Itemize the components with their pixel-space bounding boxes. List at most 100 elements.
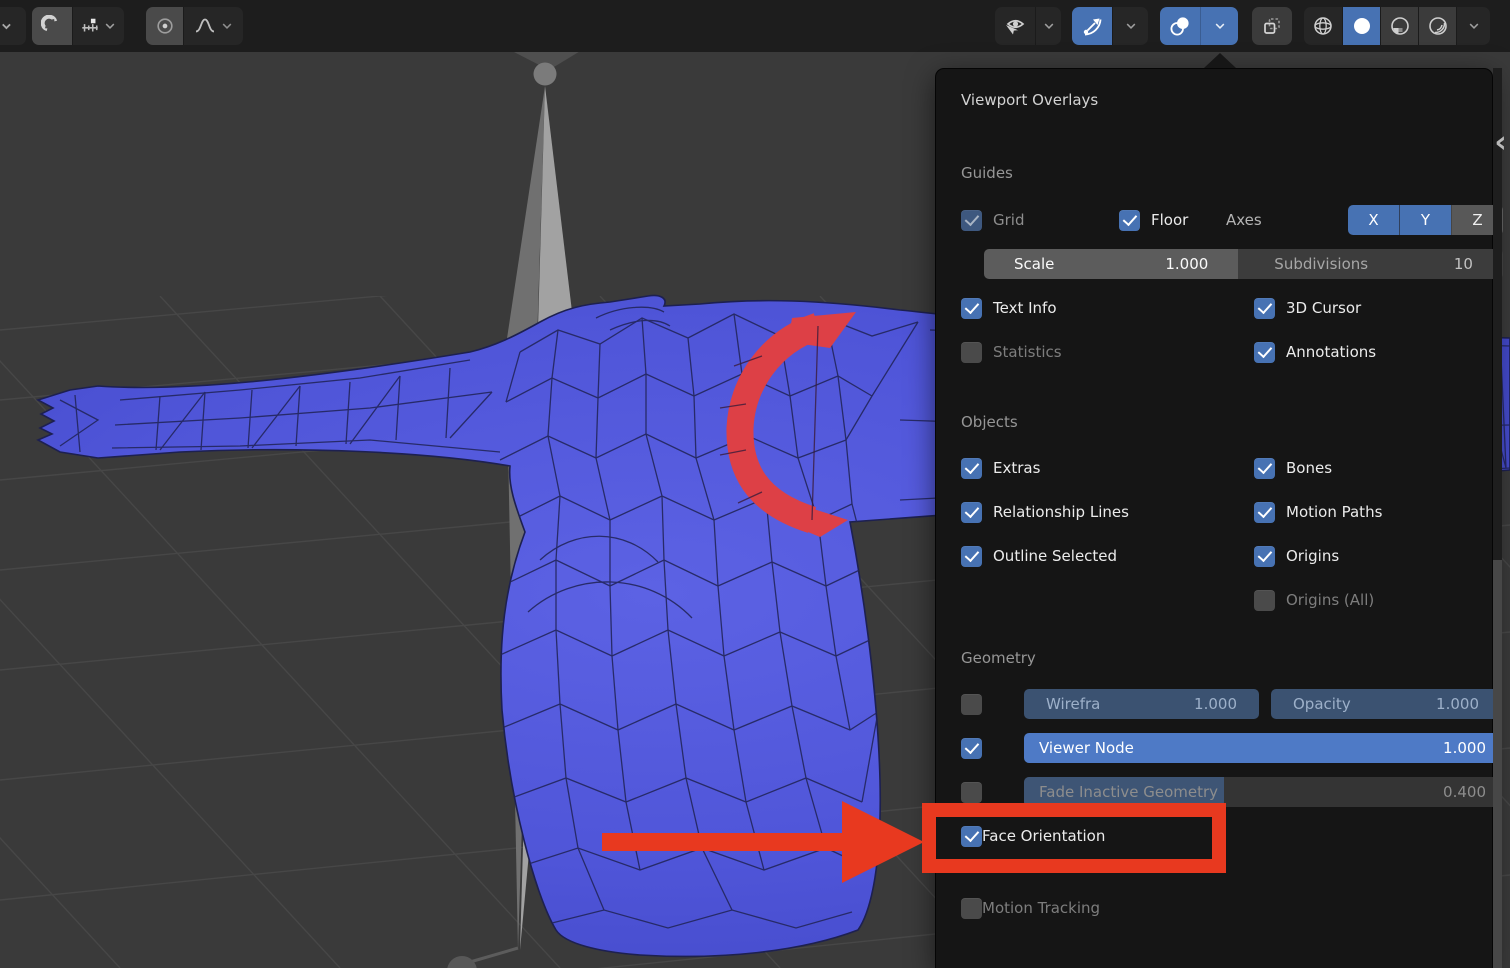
checkbox-3d-cursor[interactable]: 3D Cursor xyxy=(1254,298,1361,319)
shading-modes-group xyxy=(1304,7,1490,45)
relationship-lines-label: Relationship Lines xyxy=(993,503,1129,521)
opacity-slider-label: Opacity xyxy=(1293,695,1351,713)
section-guides: Guides xyxy=(961,164,1467,184)
gizmos-group xyxy=(1072,7,1148,45)
snap-increment-icon xyxy=(80,16,100,36)
snap-target-dropdown[interactable] xyxy=(72,7,124,45)
motion-paths-label: Motion Paths xyxy=(1286,503,1382,521)
show-object-types-group xyxy=(995,7,1061,45)
fade-inactive-slider-label: Fade Inactive Geometry xyxy=(1039,783,1218,801)
statistics-checkbox[interactable] xyxy=(961,342,982,363)
bone-tail-sphere xyxy=(447,956,477,968)
wireframe-slider[interactable]: Wirefra 1.000 xyxy=(1024,689,1259,719)
motion-paths-checkbox[interactable] xyxy=(1254,502,1275,523)
overlays-group xyxy=(1160,7,1238,45)
checkbox-bones[interactable]: Bones xyxy=(1254,458,1332,479)
subdivisions-slider[interactable]: Subdivisions 10 xyxy=(1238,249,1503,279)
axes-label: Axes xyxy=(1226,211,1262,229)
checkbox-grid[interactable]: Grid xyxy=(961,210,1024,231)
viewport-header xyxy=(0,0,1510,52)
bones-checkbox[interactable] xyxy=(1254,458,1275,479)
axis-x-button[interactable]: X xyxy=(1348,205,1399,235)
gizmos-dropdown[interactable] xyxy=(1112,7,1148,45)
checkbox-motion-paths[interactable]: Motion Paths xyxy=(1254,502,1382,523)
shading-solid-button[interactable] xyxy=(1342,7,1380,45)
checkbox-statistics[interactable]: Statistics xyxy=(961,342,1062,363)
shading-material-button[interactable] xyxy=(1380,7,1418,45)
shading-dropdown[interactable] xyxy=(1456,7,1490,45)
relationship-lines-checkbox[interactable] xyxy=(961,502,982,523)
popover-pointer xyxy=(1204,53,1236,68)
magnet-icon xyxy=(41,15,63,37)
floor-label: Floor xyxy=(1151,211,1188,229)
material-sphere-icon xyxy=(1389,15,1411,37)
eye-cursor-icon xyxy=(1003,14,1027,38)
chevron-down-icon xyxy=(1213,19,1227,33)
viewer-node-slider[interactable]: Viewer Node 1.000 xyxy=(1024,733,1501,763)
checkbox-origins[interactable]: Origins xyxy=(1254,546,1339,567)
viewer-node-slider-value: 1.000 xyxy=(1443,739,1486,757)
gizmos-toggle-button[interactable] xyxy=(1072,7,1112,45)
xray-group xyxy=(1252,7,1292,45)
annotations-checkbox[interactable] xyxy=(1254,342,1275,363)
origins-checkbox[interactable] xyxy=(1254,546,1275,567)
falloff-dropdown[interactable] xyxy=(183,7,243,45)
shading-rendered-button[interactable] xyxy=(1418,7,1456,45)
overlays-toggle-button[interactable] xyxy=(1160,7,1200,45)
chevron-down-icon[interactable] xyxy=(1035,7,1061,45)
bone-head-sphere xyxy=(534,63,557,86)
snap-toggle-button[interactable] xyxy=(32,7,72,45)
checkbox-extras[interactable]: Extras xyxy=(961,458,1040,479)
chevron-down-icon xyxy=(1124,19,1138,33)
pivot-dropdown-partial[interactable] xyxy=(0,7,26,45)
chevron-down-icon xyxy=(1467,19,1481,33)
overlays-dropdown-open[interactable] xyxy=(1200,7,1238,45)
scale-slider[interactable]: Scale 1.000 xyxy=(984,249,1238,279)
wireframe-checkbox[interactable] xyxy=(961,694,982,715)
outline-selected-checkbox[interactable] xyxy=(961,546,982,567)
sidebar-collapse-arrow[interactable]: ‹ xyxy=(1491,126,1510,162)
checkbox-origins-all[interactable]: Origins (All) xyxy=(1254,590,1374,611)
snapping-group xyxy=(32,7,124,45)
annotations-label: Annotations xyxy=(1286,343,1376,361)
proportional-edit-group xyxy=(146,7,243,45)
checkbox-annotations[interactable]: Annotations xyxy=(1254,342,1376,363)
motion-tracking-checkbox[interactable] xyxy=(961,898,982,919)
checkbox-floor[interactable]: Floor xyxy=(1119,210,1188,231)
opacity-slider-value: 1.000 xyxy=(1436,695,1479,713)
show-object-types-button[interactable] xyxy=(995,7,1035,45)
axis-y-button[interactable]: Y xyxy=(1399,205,1451,235)
opacity-slider[interactable]: Opacity 1.000 xyxy=(1271,689,1501,719)
checkbox-relationship-lines[interactable]: Relationship Lines xyxy=(961,502,1129,523)
checkbox-text-info[interactable]: Text Info xyxy=(961,298,1057,319)
rendered-sphere-icon xyxy=(1427,15,1449,37)
extras-label: Extras xyxy=(993,459,1040,477)
xray-toggle-button[interactable] xyxy=(1252,7,1292,45)
fade-inactive-checkbox[interactable] xyxy=(961,782,982,803)
scale-label: Scale xyxy=(1014,255,1054,273)
extras-checkbox[interactable] xyxy=(961,458,982,479)
text-info-checkbox[interactable] xyxy=(961,298,982,319)
cursor-3d-checkbox[interactable] xyxy=(1254,298,1275,319)
region-scrollbar[interactable] xyxy=(1493,560,1502,968)
chevron-down-icon xyxy=(103,19,117,33)
fade-inactive-slider-value: 0.400 xyxy=(1443,783,1486,801)
annotation-arrow xyxy=(596,795,931,890)
wireframe-slider-value: 1.000 xyxy=(1194,695,1237,713)
text-info-label: Text Info xyxy=(993,299,1057,317)
checkbox-outline-selected[interactable]: Outline Selected xyxy=(961,546,1117,567)
origins-all-checkbox[interactable] xyxy=(1254,590,1275,611)
proportional-editing-button[interactable] xyxy=(146,7,183,45)
grid-checkbox[interactable] xyxy=(961,210,982,231)
section-objects: Objects xyxy=(961,413,1467,433)
viewer-node-checkbox[interactable] xyxy=(961,738,982,759)
cursor-3d-label: 3D Cursor xyxy=(1286,299,1361,317)
blender-3d-viewport: Viewport Overlays Guides Grid Floor Axes… xyxy=(0,0,1510,968)
motion-tracking-label: Motion Tracking xyxy=(982,899,1100,917)
solid-sphere-icon xyxy=(1351,15,1373,37)
outline-selected-label: Outline Selected xyxy=(993,547,1117,565)
statistics-label: Statistics xyxy=(993,343,1062,361)
floor-checkbox[interactable] xyxy=(1119,210,1140,231)
shading-wireframe-button[interactable] xyxy=(1304,7,1342,45)
grid-scale-bar: Scale 1.000 Subdivisions 10 xyxy=(984,249,1503,279)
